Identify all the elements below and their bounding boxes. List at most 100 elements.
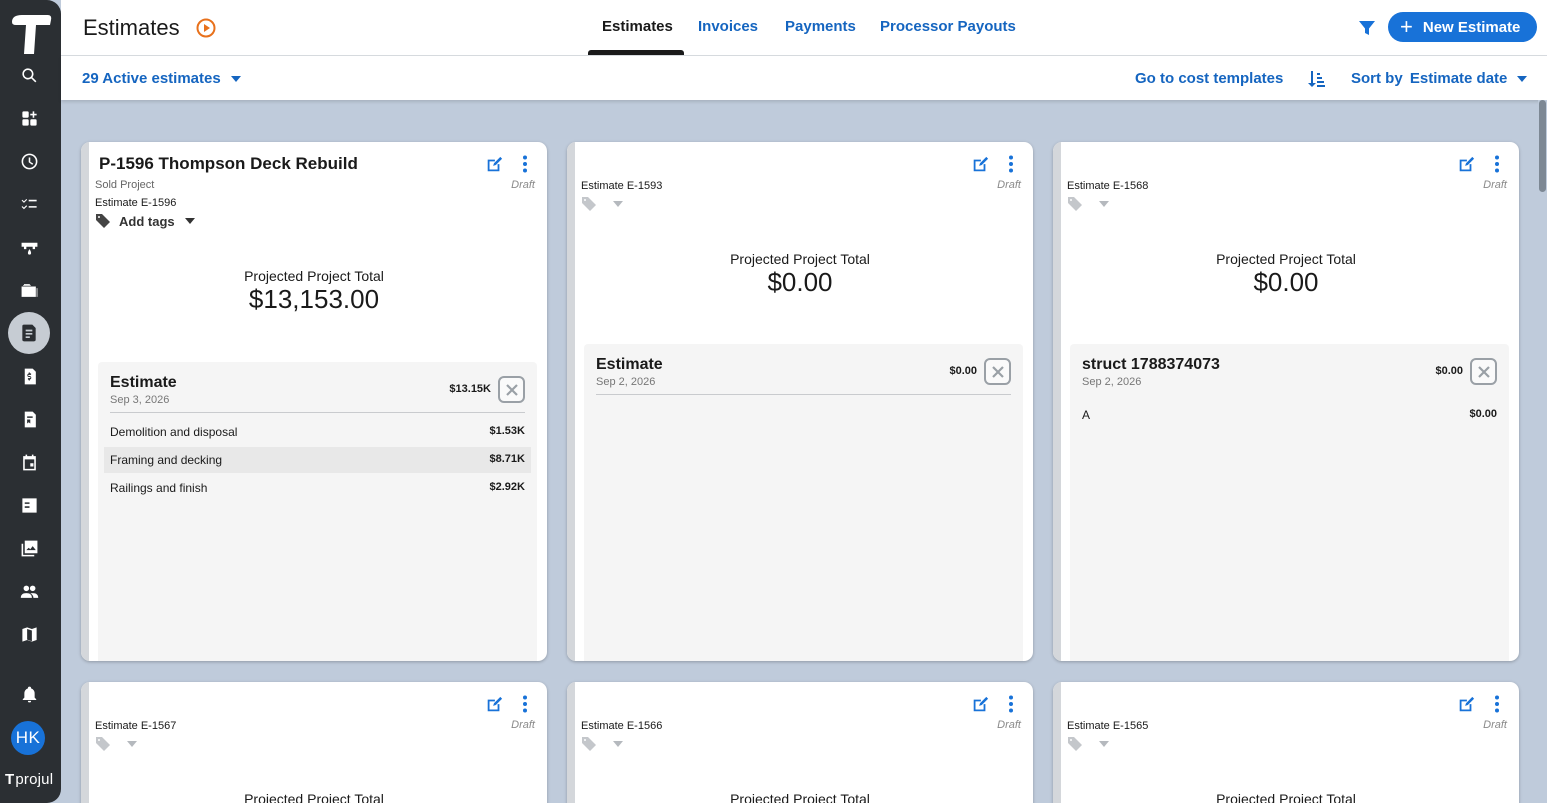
estimate-card[interactable]: Estimate E-1566 Draft Projected Project …: [567, 682, 1033, 803]
edit-icon[interactable]: [971, 696, 989, 714]
checklist-icon[interactable]: [14, 189, 44, 219]
projected-total-label: Projected Project Total: [730, 791, 870, 803]
line-name: Framing and decking: [110, 453, 223, 467]
panel-name: Estimate: [596, 356, 663, 373]
more-vertical-icon[interactable]: [517, 155, 533, 173]
estimate-card[interactable]: Estimate E-1567 Draft Projected Project …: [81, 682, 547, 803]
invoice-icon[interactable]: [14, 361, 44, 391]
status-badge: Draft: [1483, 719, 1507, 731]
chevron-down-icon: [230, 76, 241, 83]
search-icon[interactable]: [14, 60, 44, 90]
page-title: Estimates: [83, 15, 180, 40]
tags-dropdown[interactable]: [1067, 736, 1109, 752]
estimate-panel[interactable]: Estimate Sep 2, 2026 $0.00: [584, 344, 1023, 661]
more-vertical-icon[interactable]: [1489, 695, 1505, 713]
tab-estimates[interactable]: Estimates: [602, 18, 673, 35]
clock-icon[interactable]: [14, 146, 44, 176]
sort-dropdown[interactable]: Sort by Estimate date: [1351, 70, 1528, 87]
filter-icon[interactable]: [1357, 18, 1377, 38]
sort-order-icon[interactable]: [1306, 69, 1326, 89]
tag-icon: [582, 197, 596, 211]
estimate-card[interactable]: Estimate E-1568 Draft Projected Project …: [1053, 142, 1519, 661]
panel-name: struct 1788374073: [1082, 356, 1220, 373]
estimate-panel[interactable]: Estimate Sep 3, 2026 $13.15K Demolition …: [98, 362, 537, 661]
edit-icon[interactable]: [1457, 156, 1475, 174]
active-estimates-dropdown[interactable]: 29 Active estimates: [82, 70, 241, 87]
play-tutorial-icon[interactable]: [196, 18, 216, 38]
edit-icon[interactable]: [485, 696, 503, 714]
status-badge: Draft: [1483, 179, 1507, 191]
estimate-number: Estimate E-1568: [1067, 180, 1149, 192]
brand-logo: Tprojul: [5, 771, 54, 788]
remove-estimate-button[interactable]: [1470, 358, 1497, 385]
chevron-down-icon: [127, 741, 137, 747]
edit-icon[interactable]: [1457, 696, 1475, 714]
add-tags-dropdown[interactable]: Add tags: [95, 213, 195, 229]
projected-total-label: Projected Project Total: [244, 791, 384, 803]
list-item[interactable]: Railings and finish $2.92K: [104, 475, 531, 501]
tab-payments[interactable]: Payments: [785, 18, 856, 35]
tags-dropdown[interactable]: [95, 736, 137, 752]
calendar-icon[interactable]: [14, 447, 44, 477]
panel-date: Sep 3, 2026: [110, 394, 170, 406]
list-item[interactable]: Framing and decking $8.71K: [104, 447, 531, 473]
status-badge: Draft: [511, 179, 535, 191]
remove-estimate-button[interactable]: [984, 358, 1011, 385]
chevron-down-icon: [613, 741, 623, 747]
status-badge: Draft: [997, 719, 1021, 731]
folder-icon[interactable]: [14, 275, 44, 305]
photos-icon[interactable]: [14, 533, 44, 563]
purchase-order-icon[interactable]: [14, 404, 44, 434]
projul-logo-icon[interactable]: [8, 12, 54, 56]
tab-invoices[interactable]: Invoices: [698, 18, 758, 35]
avatar[interactable]: HK: [11, 721, 45, 755]
cost-templates-link[interactable]: Go to cost templates: [1135, 70, 1283, 87]
people-icon[interactable]: [14, 576, 44, 606]
map-icon[interactable]: [14, 619, 44, 649]
scrollbar-thumb[interactable]: [1539, 100, 1546, 192]
projected-total-label: Projected Project Total: [1216, 251, 1356, 267]
bell-icon[interactable]: [14, 679, 44, 709]
vertical-scrollbar[interactable]: [1538, 100, 1547, 803]
more-vertical-icon[interactable]: [1003, 155, 1019, 173]
estimate-number: Estimate E-1566: [581, 720, 663, 732]
list-item[interactable]: Demolition and disposal $1.53K: [104, 419, 531, 445]
more-vertical-icon[interactable]: [517, 695, 533, 713]
sidebar-item-estimates[interactable]: [8, 312, 50, 354]
new-estimate-button[interactable]: + New Estimate: [1388, 12, 1537, 42]
toolbar: 29 Active estimates Go to cost templates…: [61, 56, 1547, 100]
more-vertical-icon[interactable]: [1489, 155, 1505, 173]
close-icon: [991, 365, 1004, 378]
edit-icon[interactable]: [485, 156, 503, 174]
divider: [596, 394, 1011, 395]
status-badge: Draft: [511, 719, 535, 731]
estimate-panel[interactable]: struct 1788374073 Sep 2, 2026 $0.00 A $0…: [1070, 344, 1509, 661]
dashboard-add-icon[interactable]: [14, 103, 44, 133]
list-item[interactable]: A $0.00: [1076, 402, 1503, 428]
tags-dropdown[interactable]: [581, 196, 623, 212]
edit-icon[interactable]: [971, 156, 989, 174]
projected-total: Projected Project Total $0.00: [1053, 251, 1519, 298]
tools-icon[interactable]: [14, 232, 44, 262]
estimate-number: Estimate E-1567: [95, 720, 177, 732]
projected-total-label: Projected Project Total: [1216, 791, 1356, 803]
estimate-card[interactable]: Estimate E-1593 Draft Projected Project …: [567, 142, 1033, 661]
chevron-down-icon: [1517, 76, 1528, 83]
active-tab-indicator: [588, 50, 684, 55]
tags-dropdown[interactable]: [1067, 196, 1109, 212]
remove-estimate-button[interactable]: [498, 376, 525, 403]
panel-amount: $0.00: [949, 365, 977, 377]
estimate-card[interactable]: P-1596 Thompson Deck Rebuild Sold Projec…: [81, 142, 547, 661]
tags-dropdown[interactable]: [581, 736, 623, 752]
chevron-down-icon: [1099, 741, 1109, 747]
estimate-card[interactable]: Estimate E-1565 Draft Projected Project …: [1053, 682, 1519, 803]
sidebar: HK Tprojul: [0, 0, 61, 803]
more-vertical-icon[interactable]: [1003, 695, 1019, 713]
tab-processor-payouts[interactable]: Processor Payouts: [880, 18, 1016, 35]
projected-total: Projected Project Total: [567, 791, 1033, 803]
status-badge: Draft: [997, 179, 1021, 191]
task-icon[interactable]: [14, 490, 44, 520]
close-icon: [505, 383, 518, 396]
tag-icon: [1068, 737, 1082, 751]
panel-date: Sep 2, 2026: [596, 376, 656, 388]
